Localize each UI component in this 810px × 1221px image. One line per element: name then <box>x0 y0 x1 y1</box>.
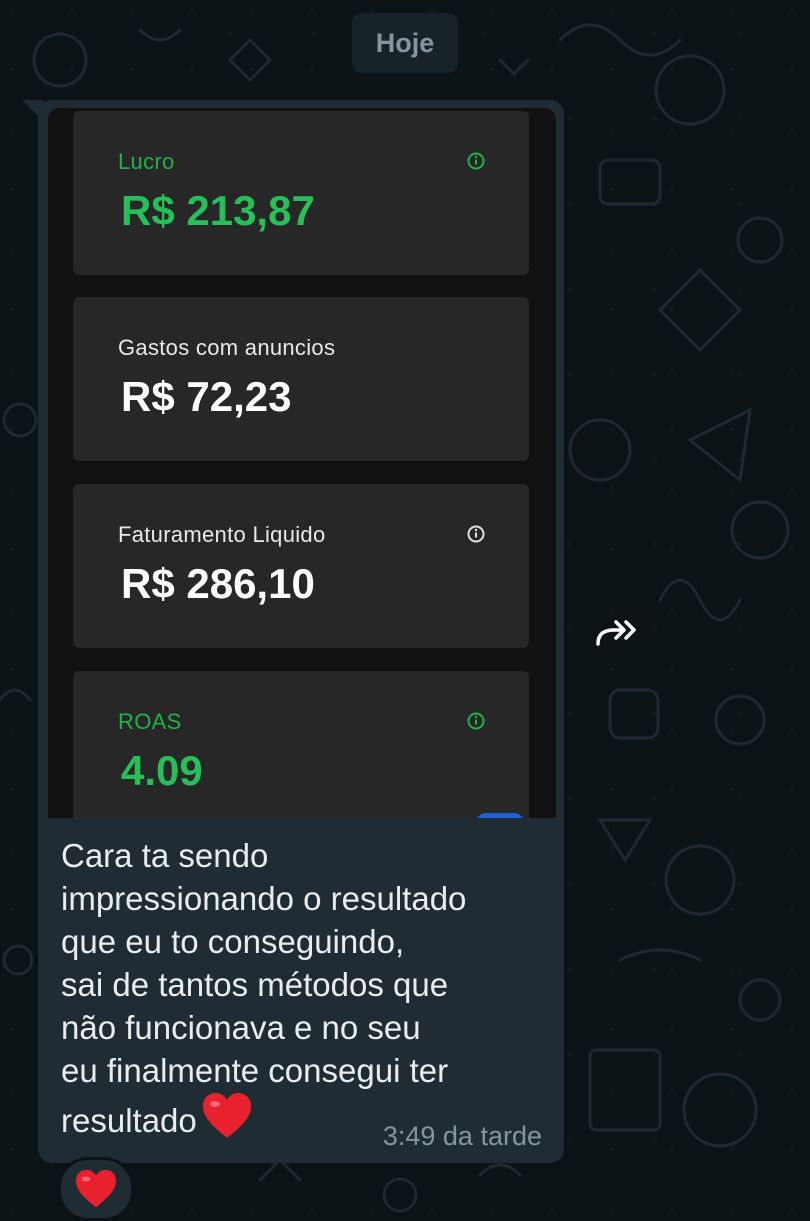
forward-button[interactable] <box>590 604 646 660</box>
forward-icon <box>596 620 636 646</box>
card-label: Faturamento Liquido <box>118 522 326 547</box>
card-label: Lucro <box>118 149 175 174</box>
message-body: Cara ta sendo impressionando o resultado… <box>61 837 467 1139</box>
card-label: ROAS <box>118 709 182 734</box>
reaction-chip[interactable] <box>58 1157 134 1221</box>
card-value: R$ 213,87 <box>121 187 315 234</box>
info-icon <box>467 712 485 730</box>
card-value: R$ 72,23 <box>121 373 292 420</box>
info-icon <box>467 152 485 170</box>
message-image[interactable]: Lucro R$ 213,87 Gastos com anuncios R$ 7… <box>48 108 556 818</box>
faturamento-card: Faturamento Liquido R$ 286,10 <box>73 484 529 648</box>
roas-card: ROAS 4.09 <box>73 671 529 818</box>
gastos-card: Gastos com anuncios R$ 72,23 <box>73 297 529 461</box>
date-chip: Hoje <box>352 13 458 73</box>
card-value: 4.09 <box>121 747 203 794</box>
lucro-card: Lucro R$ 213,87 <box>73 111 529 275</box>
message-text: Cara ta sendo impressionando o resultado… <box>61 834 541 1142</box>
blue-chip <box>476 813 524 818</box>
message-timestamp: 3:49 da tarde <box>382 1121 542 1151</box>
info-icon <box>467 525 485 543</box>
heart-emoji-icon <box>202 1093 251 1138</box>
heart-emoji-icon <box>76 1169 116 1208</box>
card-label: Gastos com anuncios <box>118 335 336 360</box>
card-value: R$ 286,10 <box>121 560 315 607</box>
